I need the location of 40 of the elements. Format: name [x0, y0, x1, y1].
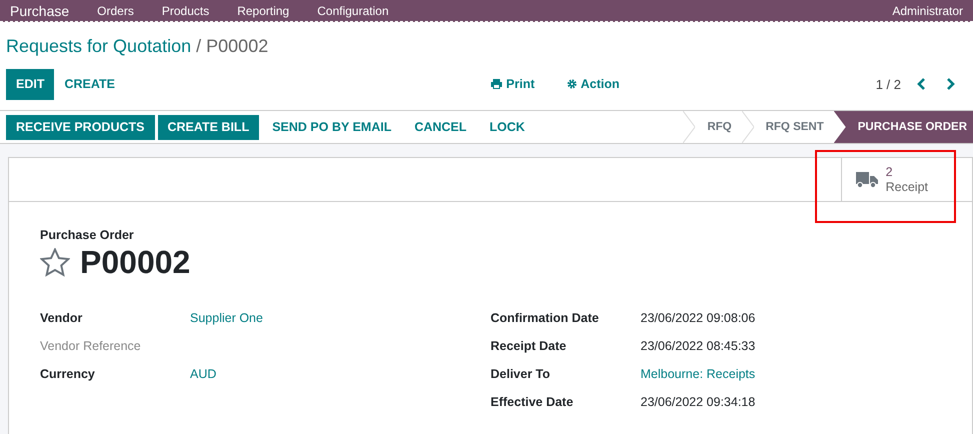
breadcrumb-link[interactable]: Requests for Quotation [6, 36, 192, 56]
app-name[interactable]: Purchase [10, 2, 70, 18]
field-link[interactable]: Supplier One [190, 309, 490, 327]
field-label: Vendor [40, 310, 84, 327]
field-label: Currency [40, 366, 96, 383]
status-stage[interactable]: PURCHASE ORDER [834, 111, 973, 143]
field-value: 23/06/2022 09:34:18 [640, 394, 756, 411]
menu-item[interactable]: Products [162, 4, 210, 18]
print-button[interactable]: Print [485, 76, 541, 92]
star-icon[interactable] [40, 248, 70, 277]
form-subtitle: Purchase Order [40, 228, 135, 242]
menu-item[interactable]: Orders [97, 4, 134, 18]
header-button[interactable]: SEND PO BY EMAIL [262, 114, 402, 140]
edit-button[interactable]: EDIT [6, 68, 54, 100]
form-title: P00002 [80, 244, 190, 281]
field-link[interactable]: Melbourne: Receipts [640, 365, 941, 383]
field-label: Effective Date [490, 394, 574, 411]
stage-divider [683, 111, 696, 143]
field-label: Receipt Date [490, 338, 568, 355]
gear-icon [566, 79, 577, 89]
field-label: Deliver To [490, 366, 552, 383]
field-value: 23/06/2022 08:45:33 [640, 338, 756, 355]
printer-icon [491, 79, 502, 89]
header-button[interactable]: LOCK [480, 114, 535, 140]
field-link[interactable]: AUD [190, 365, 490, 383]
breadcrumb-current: / P00002 [196, 36, 268, 56]
field-label: Vendor Reference [40, 338, 142, 355]
field-label: Confirmation Date [490, 310, 600, 327]
truck-icon [856, 170, 878, 188]
header-button[interactable]: CANCEL [404, 114, 477, 140]
user-name[interactable]: Administrator [892, 4, 963, 18]
field-value: 23/06/2022 09:08:06 [640, 310, 756, 327]
stage-divider [742, 111, 754, 143]
header-button[interactable]: CREATE BILL [158, 114, 260, 140]
create-button[interactable]: CREATE [54, 68, 125, 100]
pager-value: 1 / 2 [876, 76, 901, 92]
menu-item[interactable]: Configuration [317, 4, 389, 18]
action-button[interactable]: Action [560, 76, 626, 92]
header-button[interactable]: RECEIVE PRODUCTS [6, 114, 154, 140]
menu-item[interactable]: Reporting [237, 4, 290, 18]
